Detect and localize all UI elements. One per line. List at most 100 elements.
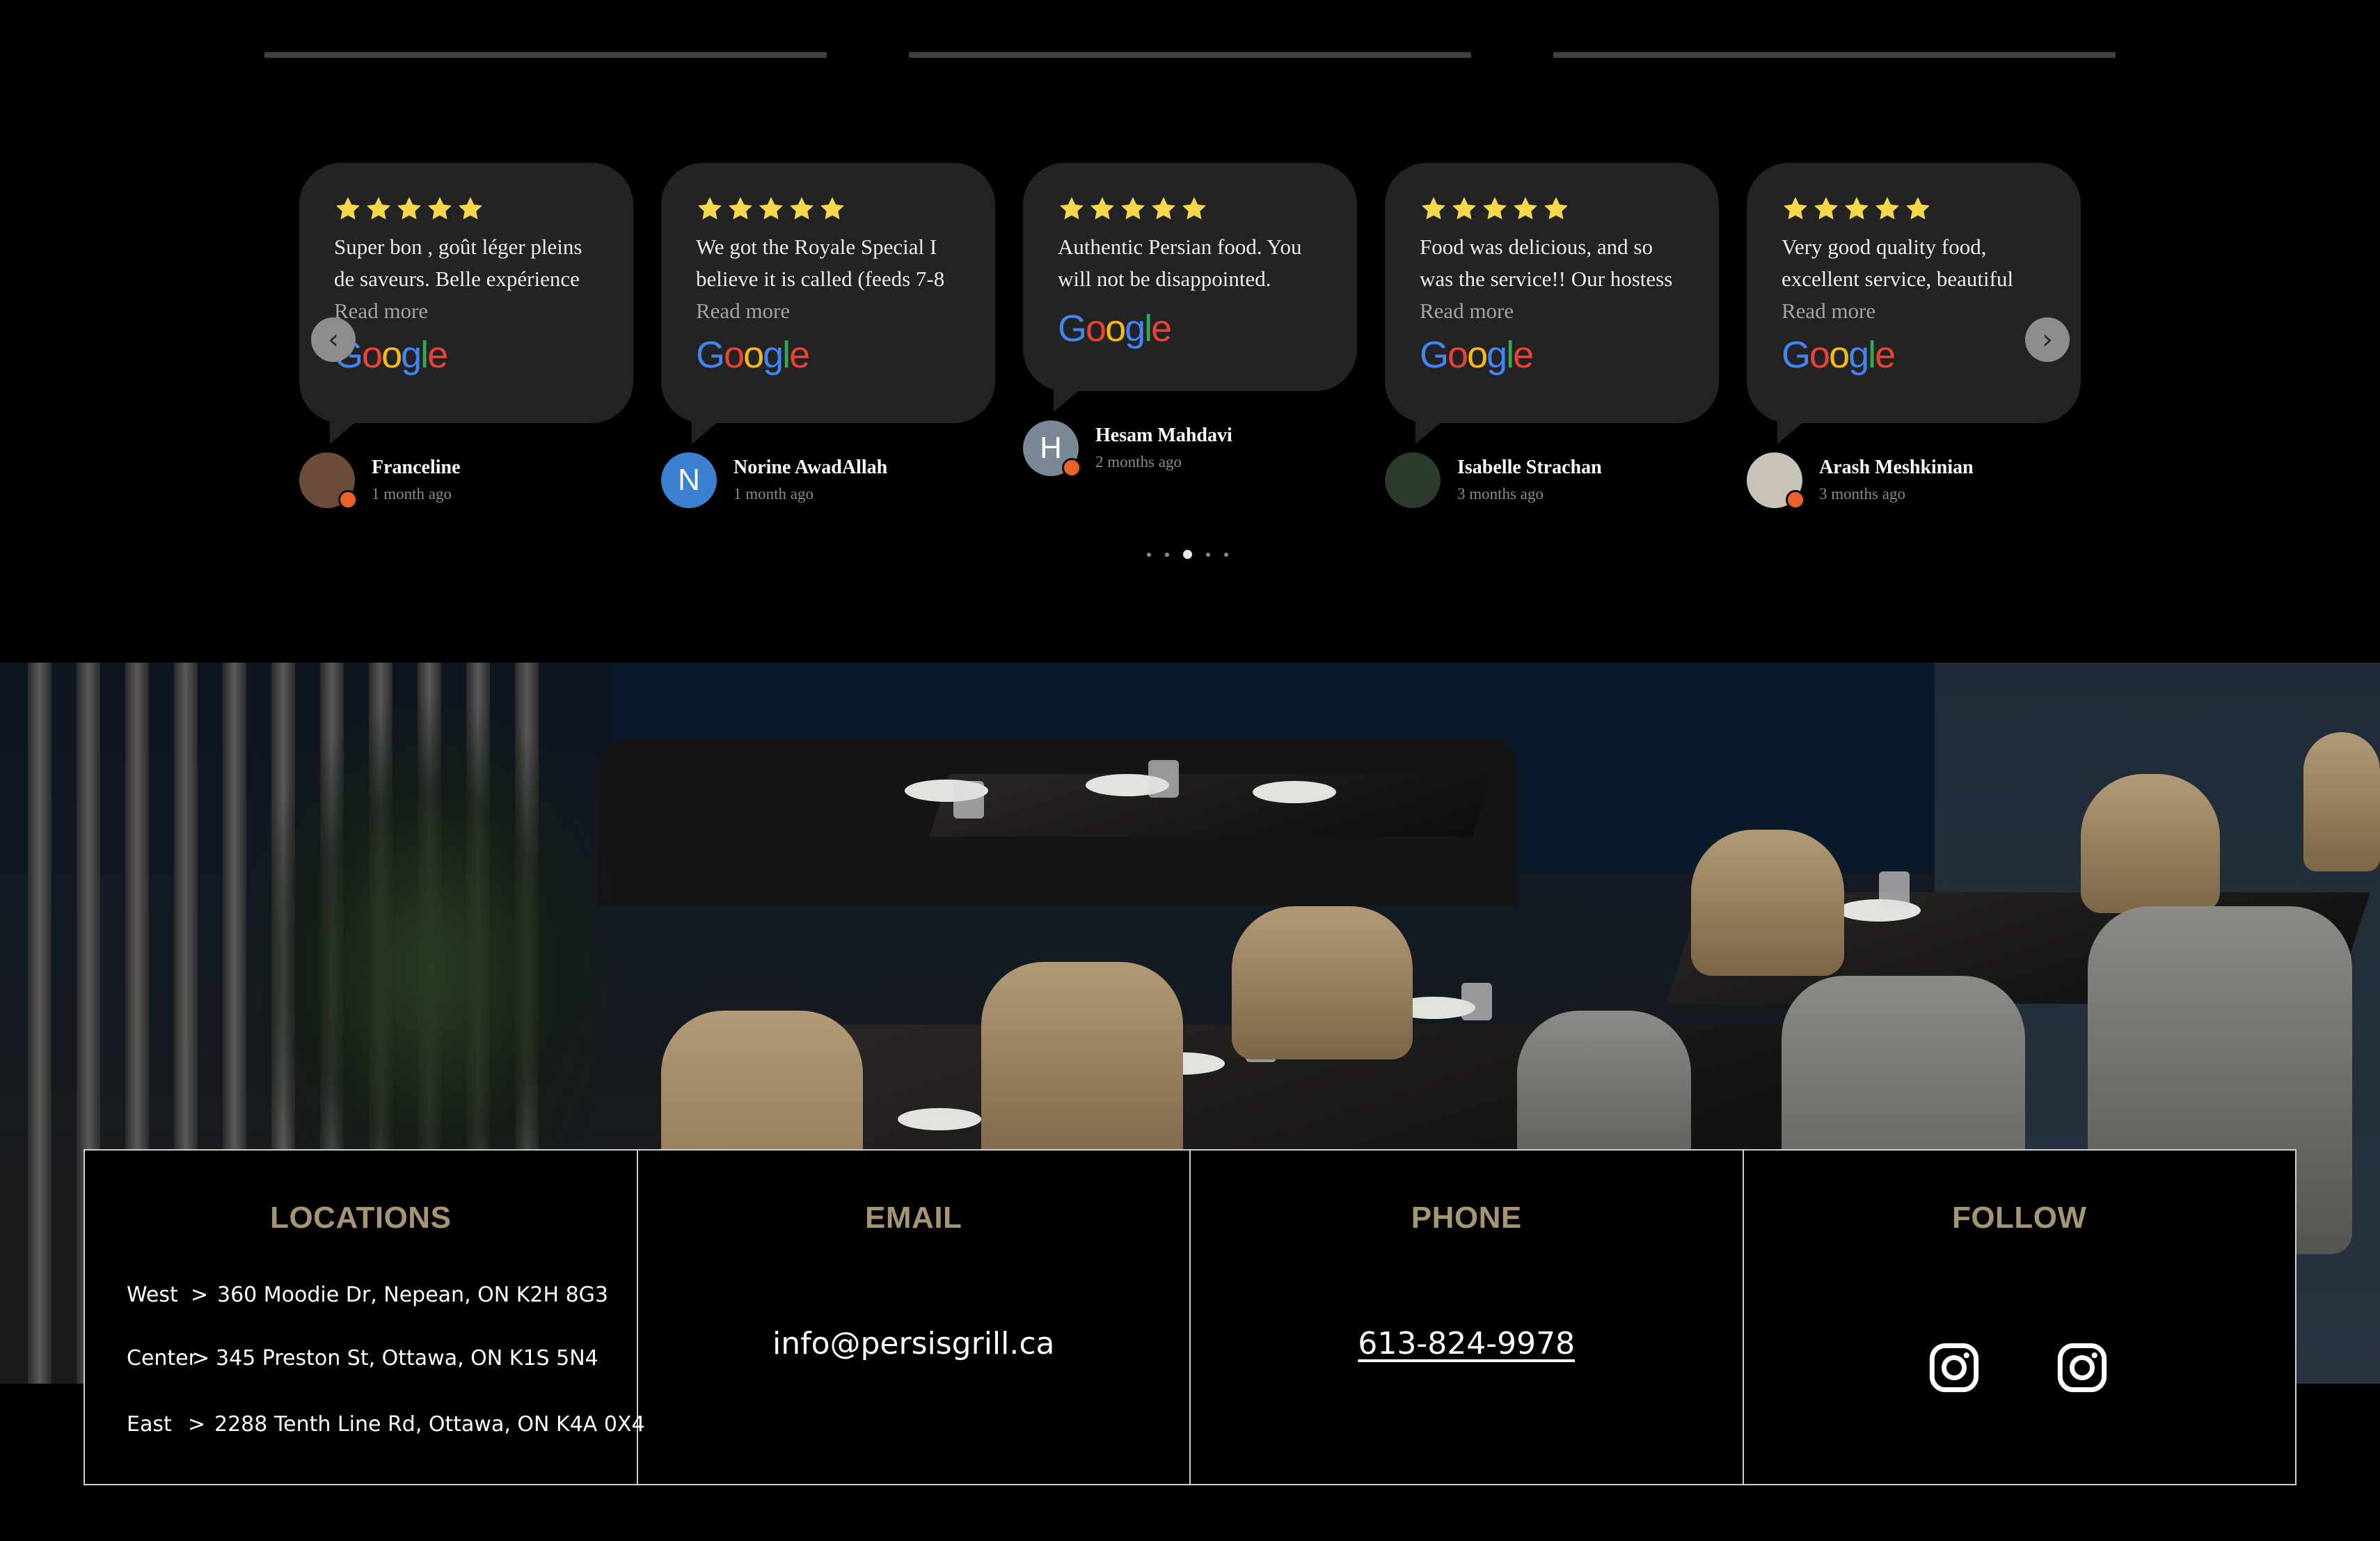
locations-column: LOCATIONS West >360 Moodie Dr, Nepean, ON… <box>85 1151 645 1484</box>
star-icon <box>1088 195 1116 223</box>
star-icon <box>334 195 362 223</box>
star-icon <box>395 195 423 223</box>
star-icon <box>757 195 785 223</box>
google-logo-letter: e <box>427 334 448 376</box>
email-link[interactable]: info@persisgrill.ca <box>638 1326 1190 1361</box>
google-logo-letter: g <box>1125 308 1145 349</box>
review-time: 2 months ago <box>1095 453 1182 471</box>
star-icon <box>1542 195 1570 223</box>
review-text: Food was delicious, and so was the servi… <box>1420 235 1673 291</box>
bubble-tail <box>1777 420 1805 444</box>
review-bubble: Authentic Persian food. You will not be … <box>1023 163 1357 412</box>
star-icon <box>365 195 392 223</box>
google-logo-letter: o <box>1809 334 1830 376</box>
read-more-link[interactable]: Read more <box>334 295 598 327</box>
carousel-prev-button[interactable]: ‹ <box>311 317 356 362</box>
star-icon <box>1812 195 1840 223</box>
carousel-dot[interactable] <box>1165 552 1169 557</box>
location-address: 2288 Tenth Line Rd, Ottawa, ON K4A 0X4 <box>214 1412 645 1437</box>
instagram-icon[interactable] <box>1928 1341 1981 1394</box>
google-logo-letter: G <box>1782 334 1811 376</box>
star-icon <box>1843 195 1871 223</box>
review-bubble: Food was delicious, and so was the servi… <box>1385 163 1719 444</box>
review-author: Franceline 1 month ago <box>299 452 461 509</box>
email-column: EMAIL info@persisgrill.ca <box>638 1151 1191 1484</box>
review-card: Authentic Persian food. You will not be … <box>1023 163 1357 477</box>
star-icon <box>1180 195 1208 223</box>
author-name: Franceline <box>372 457 461 478</box>
review-time: 3 months ago <box>1457 485 1544 503</box>
local-guide-badge-icon <box>338 490 358 509</box>
phone-link[interactable]: 613-824-9978 <box>1358 1326 1575 1361</box>
divider-line <box>1553 52 2116 58</box>
follow-column: FOLLOW <box>1744 1151 2296 1484</box>
avatar <box>1385 452 1441 508</box>
review-text: Very good quality food, excellent servic… <box>1782 235 2014 291</box>
google-logo-letter: o <box>1105 308 1126 349</box>
review-bubble: We got the Royale Special I believe it i… <box>661 163 995 444</box>
star-icon <box>1873 195 1901 223</box>
location-label: Center <box>127 1346 197 1370</box>
avatar: H <box>1023 420 1081 477</box>
carousel-dot[interactable] <box>1224 552 1228 557</box>
google-logo-letter: o <box>362 334 383 376</box>
google-logo-letter: l <box>782 334 791 376</box>
google-logo-letter: g <box>401 334 422 376</box>
google-logo-letter: l <box>420 334 429 376</box>
google-logo-letter: g <box>763 334 784 376</box>
google-logo-letter: o <box>724 334 745 376</box>
bubble-tail <box>1415 420 1443 444</box>
avatar <box>299 452 358 509</box>
read-more-link[interactable]: Read more <box>696 295 960 327</box>
instagram-icon[interactable] <box>2056 1341 2109 1394</box>
star-icon <box>1150 195 1177 223</box>
carousel-dot[interactable] <box>1206 552 1210 557</box>
contact-info-bar: LOCATIONS West >360 Moodie Dr, Nepean, ON… <box>84 1149 2296 1485</box>
author-meta: Isabelle Strachan 3 months ago <box>1457 452 1602 508</box>
carousel-next-button[interactable]: › <box>2025 317 2070 362</box>
star-icon <box>1119 195 1147 223</box>
read-more-link[interactable]: Read more <box>1420 295 1684 327</box>
rating-stars <box>334 195 598 223</box>
star-icon <box>788 195 816 223</box>
phone-link-wrapper: 613-824-9978 <box>1191 1326 1743 1361</box>
author-meta: Hesam Mahdavi 2 months ago <box>1095 420 1232 476</box>
location-separator: > <box>188 1412 206 1437</box>
google-logo-letter: e <box>789 334 810 376</box>
location-center: Center> 345 Preston St, Ottawa, ON K1S 5N… <box>127 1346 598 1370</box>
google-logo-letter: G <box>1420 334 1449 376</box>
carousel-dot[interactable] <box>1147 552 1151 557</box>
google-logo-letter: G <box>696 334 725 376</box>
review-author: Arash Meshkinian 3 months ago <box>1747 452 1974 509</box>
location-separator: > <box>192 1346 210 1370</box>
phone-column: PHONE 613-824-9978 <box>1191 1151 1744 1484</box>
star-icon <box>1782 195 1809 223</box>
author-name: Arash Meshkinian <box>1819 457 1974 478</box>
google-logo-letter: e <box>1151 308 1172 349</box>
review-text: Authentic Persian food. You will not be … <box>1058 235 1302 291</box>
review-author: N Norine AwadAllah 1 month ago <box>661 452 887 508</box>
star-icon <box>426 195 454 223</box>
divider-line <box>264 52 827 58</box>
review-text: Super bon , goût léger pleins de saveurs… <box>334 235 582 291</box>
google-logo: Google <box>1058 308 1322 349</box>
google-logo-letter: g <box>1486 334 1507 376</box>
review-card: Food was delicious, and so was the servi… <box>1385 163 1719 508</box>
google-logo-letter: o <box>743 334 764 376</box>
google-logo-letter: e <box>1875 334 1896 376</box>
star-icon <box>1058 195 1086 223</box>
star-icon <box>1512 195 1539 223</box>
carousel-dot[interactable] <box>1183 550 1192 559</box>
avatar-initial: N <box>678 463 700 497</box>
bubble-tail <box>330 420 358 444</box>
bubble-tail <box>692 420 720 444</box>
review-author: Isabelle Strachan 3 months ago <box>1385 452 1602 508</box>
read-more-link[interactable]: Read more <box>1782 295 2046 327</box>
chevron-right-icon: › <box>2042 324 2053 356</box>
google-logo-letter: l <box>1868 334 1876 376</box>
phone-title: PHONE <box>1411 1201 1522 1235</box>
author-name: Norine AwadAllah <box>733 457 888 478</box>
location-label: East <box>127 1412 172 1437</box>
location-address: 345 Preston St, Ottawa, ON K1S 5N4 <box>216 1346 598 1370</box>
bubble-tail <box>1054 388 1081 412</box>
